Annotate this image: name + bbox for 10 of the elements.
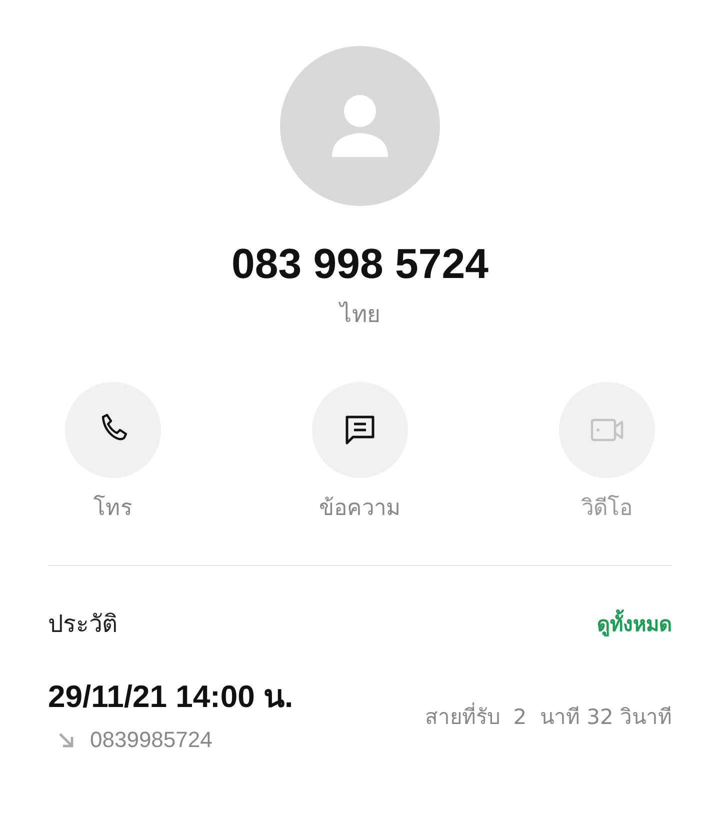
caller-number: 0839985724 [90, 727, 212, 753]
call-time: 29/11/21 14:00 น. [48, 678, 294, 716]
action-label: ข้อความ [319, 495, 401, 523]
call-duration: สายที่รับ 2 นาที 32 วินาที [424, 702, 672, 730]
history-title: ประวัติ [48, 609, 118, 640]
view-all-link[interactable]: ดูทั้งหมด [597, 608, 672, 640]
phone-number: 083 998 5724 [232, 240, 488, 288]
action-label: วิดีโอ [582, 494, 632, 523]
action-label: โทร [94, 494, 132, 523]
location-label: ไทย [340, 300, 380, 330]
